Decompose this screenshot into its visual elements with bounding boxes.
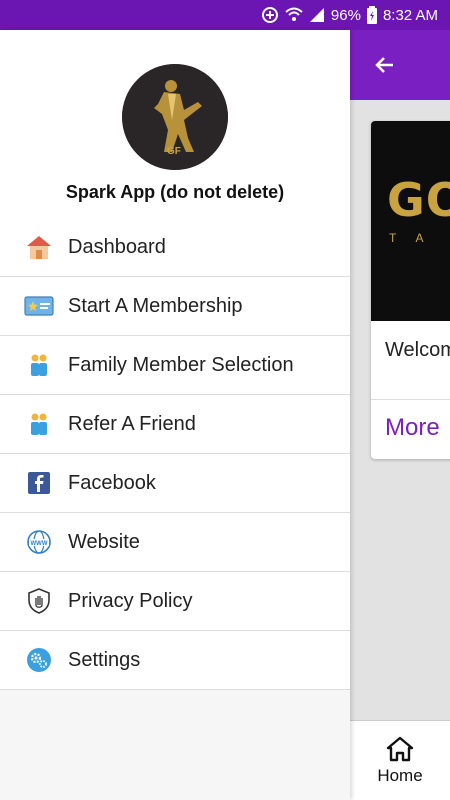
menu-item-label: Dashboard	[68, 235, 166, 258]
banner-logo-text: GO	[387, 173, 450, 227]
menu-item-label: Family Member Selection	[68, 353, 294, 376]
banner-logo-subtext: TA	[389, 231, 444, 245]
shield-hand-icon	[24, 586, 54, 616]
menu-item-label: Start A Membership	[68, 294, 243, 317]
wifi-icon	[285, 7, 303, 23]
card-divider	[371, 399, 450, 400]
signal-icon	[309, 7, 325, 23]
menu-item-family-member-selection[interactable]: Family Member Selection	[0, 336, 350, 395]
welcome-card[interactable]: GO TA Welcome Skillz More	[371, 121, 450, 459]
globe-www-icon: WWW	[24, 527, 54, 557]
people-icon	[24, 409, 54, 439]
facebook-icon	[24, 468, 54, 498]
svg-text:WWW: WWW	[31, 541, 48, 547]
menu-item-dashboard[interactable]: Dashboard	[0, 218, 350, 277]
menu-item-label: Settings	[68, 648, 141, 671]
menu-item-privacy-policy[interactable]: Privacy Policy	[0, 572, 350, 631]
menu-item-label: Website	[68, 530, 140, 553]
membership-card-icon	[24, 291, 54, 321]
battery-percent: 96%	[330, 6, 361, 24]
data-saver-icon	[261, 6, 279, 24]
drawer-header: GF Spark App (do not delete)	[0, 30, 350, 218]
home-icon	[386, 736, 414, 761]
menu-item-label: Facebook	[68, 471, 156, 494]
card-title: Welcome Skillz	[385, 339, 450, 361]
status-bar: 96% 8:32 AM	[0, 0, 450, 30]
clock: 8:32 AM	[382, 6, 438, 24]
app-name: Spark App (do not delete)	[65, 182, 285, 202]
logo-text: GF	[167, 146, 181, 157]
home-label: Home	[377, 765, 423, 785]
menu-item-website[interactable]: WWW Website	[0, 513, 350, 572]
menu-item-label: Privacy Policy	[68, 589, 193, 612]
people-icon	[24, 350, 54, 380]
house-icon	[24, 232, 54, 262]
back-arrow-icon[interactable]	[370, 50, 400, 80]
menu-item-facebook[interactable]: Facebook	[0, 454, 350, 513]
bottom-nav-home[interactable]: Home	[350, 720, 450, 800]
drawer-menu: Dashboard Start A Membership Family Memb…	[0, 218, 350, 690]
gear-icon	[24, 645, 54, 675]
more-link[interactable]: More	[385, 414, 440, 442]
menu-item-label: Refer A Friend	[68, 412, 196, 435]
app-logo: GF	[122, 64, 228, 170]
menu-item-start-membership[interactable]: Start A Membership	[0, 277, 350, 336]
menu-item-settings[interactable]: Settings	[0, 631, 350, 690]
card-banner: GO TA	[371, 121, 450, 321]
battery-icon	[366, 6, 377, 24]
menu-item-refer-a-friend[interactable]: Refer A Friend	[0, 395, 350, 454]
navigation-drawer: GF Spark App (do not delete) Dashboard S…	[0, 30, 350, 800]
